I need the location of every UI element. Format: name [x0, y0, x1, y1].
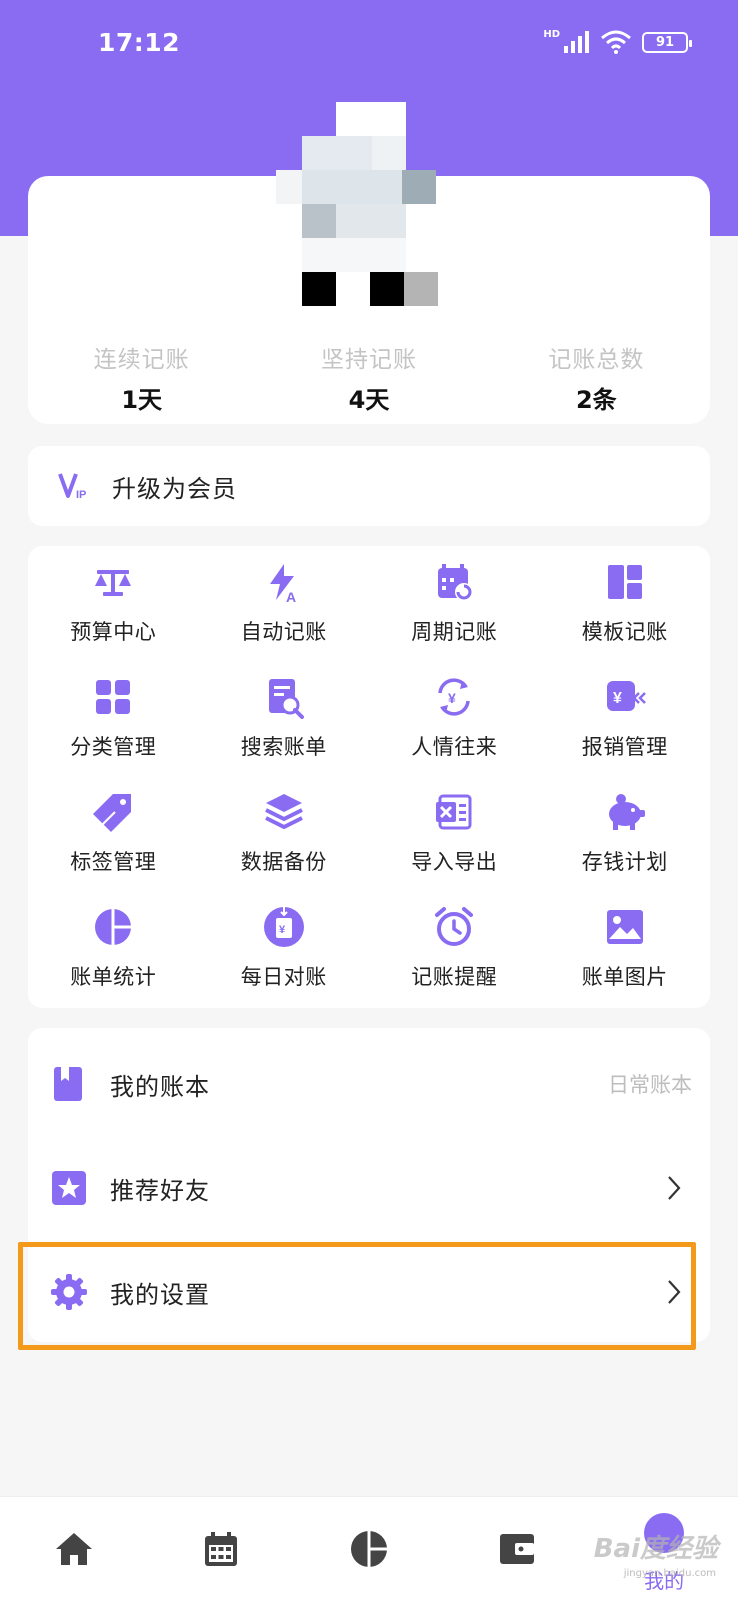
watermark-url: jingyan.baidu.com — [623, 1568, 716, 1579]
star-icon — [52, 1171, 86, 1205]
avatar[interactable] — [276, 102, 444, 308]
layers-icon — [264, 794, 303, 830]
feature-reimburse[interactable]: ¥ 报销管理 — [540, 675, 711, 790]
feature-reminder[interactable]: 记账提醒 — [369, 905, 540, 1020]
feature-template[interactable]: 模板记账 — [540, 560, 711, 675]
feature-auto[interactable]: A 自动记账 — [199, 560, 370, 675]
feature-statistics[interactable]: 账单统计 — [28, 905, 199, 1020]
calendar-icon — [205, 1531, 238, 1566]
network-type: HD — [543, 28, 560, 40]
signal-icon — [564, 31, 589, 53]
feature-exchange[interactable]: ¥ 人情往来 — [369, 675, 540, 790]
status-time: 17:12 — [98, 28, 181, 57]
chevron-right-icon — [668, 1176, 681, 1200]
feature-import-export[interactable]: 导入导出 — [369, 790, 540, 905]
calendar-cycle-icon — [438, 564, 474, 601]
piggy-bank-icon — [608, 794, 645, 830]
wifi-icon — [601, 30, 631, 54]
tab-statistics[interactable] — [295, 1497, 443, 1600]
image-icon — [606, 910, 643, 944]
feature-cycle[interactable]: 周期记账 — [369, 560, 540, 675]
ledger-value: 日常账本 — [608, 1073, 692, 1097]
feature-budget[interactable]: 预算中心 — [28, 560, 199, 675]
stat-consecutive: 连续记账 1天 — [93, 347, 190, 414]
reimburse-icon: ¥ — [606, 681, 646, 711]
feature-grid: 预算中心 A 自动记账 周期记账 模板记账 分类管理 搜索账单 ¥ 人情往来 ¥… — [28, 546, 710, 1020]
tab-wallet[interactable] — [443, 1497, 591, 1600]
stat-persist: 坚持记账 4天 — [320, 347, 417, 414]
my-settings-row[interactable]: 我的设置 — [28, 1242, 710, 1342]
balance-scale-icon — [95, 570, 132, 596]
svg-text:¥: ¥ — [613, 690, 622, 707]
feature-search[interactable]: 搜索账单 — [199, 675, 370, 790]
daily-check-icon: ¥ — [263, 907, 304, 947]
settings-list: 我的账本 日常账本 推荐好友 我的设置 — [28, 1028, 710, 1342]
svg-text:A: A — [286, 589, 296, 604]
wallet-icon — [499, 1533, 534, 1564]
feature-daily-check[interactable]: ¥ 每日对账 — [199, 905, 370, 1020]
stats-row: 连续记账 1天 坚持记账 4天 记账总数 2条 — [28, 340, 710, 415]
status-icons: HD 91 — [543, 28, 692, 54]
excel-icon — [436, 794, 472, 830]
gear-icon — [51, 1274, 87, 1310]
tag-icon — [93, 794, 132, 832]
chevron-right-icon — [668, 1280, 681, 1304]
vip-label: 升级为会员 — [112, 474, 237, 503]
watermark-logo: Bai度经验 — [593, 1534, 718, 1564]
auto-bolt-icon: A — [269, 564, 296, 604]
template-grid-icon — [607, 565, 642, 599]
status-bar: 17:12 HD 91 — [0, 0, 738, 90]
svg-text:¥: ¥ — [279, 924, 286, 936]
feature-tag[interactable]: 标签管理 — [28, 790, 199, 905]
my-ledger-row[interactable]: 我的账本 日常账本 — [28, 1034, 710, 1134]
vip-icon: IP — [58, 473, 86, 501]
category-grid-icon — [96, 680, 131, 714]
stat-total: 记账总数 2条 — [548, 347, 645, 414]
battery-indicator: 91 — [642, 31, 692, 53]
search-bill-icon — [268, 679, 304, 719]
svg-text:IP: IP — [76, 489, 86, 501]
feature-grid-card: 预算中心 A 自动记账 周期记账 模板记账 分类管理 搜索账单 ¥ 人情往来 ¥… — [28, 546, 710, 1008]
book-icon — [54, 1067, 82, 1101]
feature-saving-plan[interactable]: 存钱计划 — [540, 790, 711, 905]
vip-upgrade-row[interactable]: IP 升级为会员 — [28, 446, 710, 526]
pie-chart-icon — [350, 1530, 387, 1567]
alarm-clock-icon — [435, 907, 474, 946]
svg-text:¥: ¥ — [448, 690, 456, 706]
feature-backup[interactable]: 数据备份 — [199, 790, 370, 905]
feature-bill-image[interactable]: 账单图片 — [540, 905, 711, 1020]
feature-category[interactable]: 分类管理 — [28, 675, 199, 790]
tab-home[interactable] — [0, 1497, 148, 1600]
pie-chart-icon — [95, 909, 132, 945]
invite-friends-row[interactable]: 推荐好友 — [28, 1138, 710, 1238]
exchange-yen-icon: ¥ — [438, 678, 470, 716]
tab-calendar[interactable] — [148, 1497, 296, 1600]
home-icon — [55, 1532, 92, 1565]
